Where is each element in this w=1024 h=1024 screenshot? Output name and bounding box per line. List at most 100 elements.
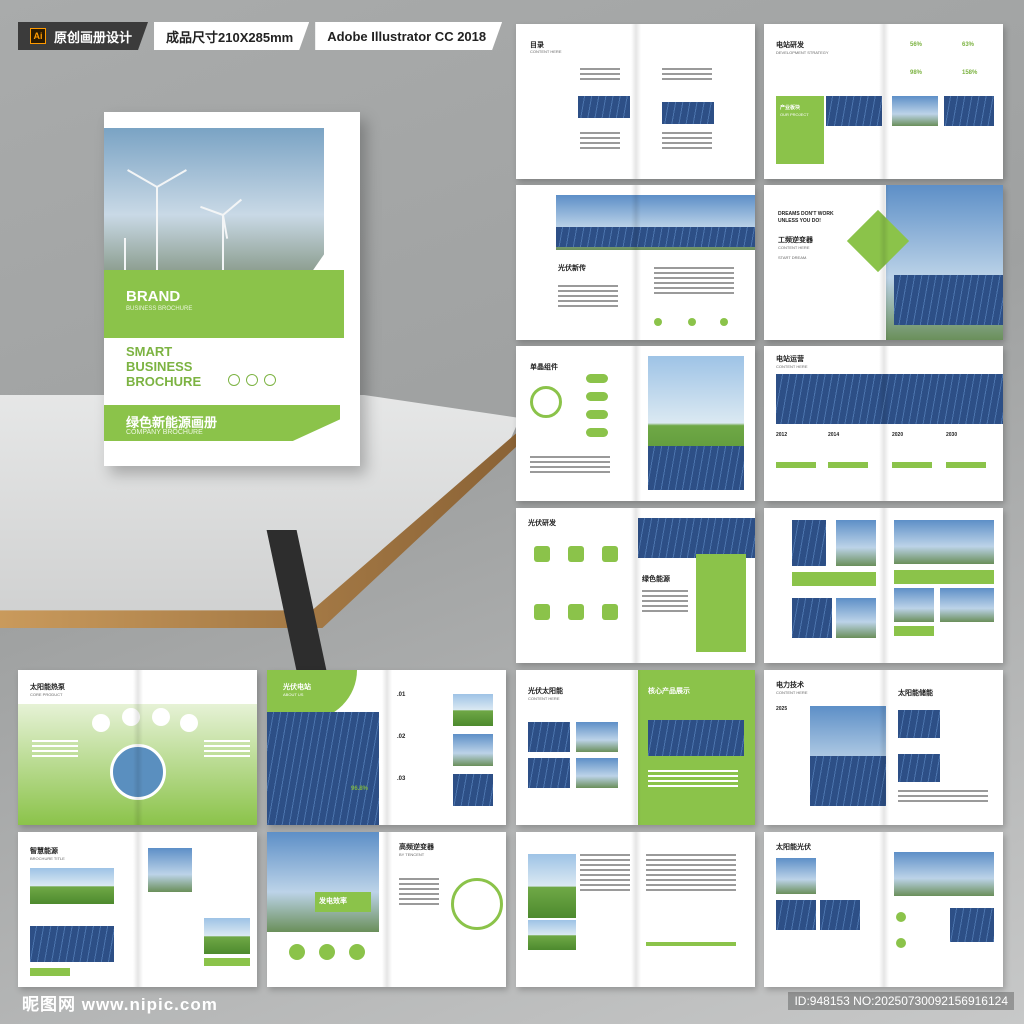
pylon-photo [836, 520, 876, 566]
service-icon [534, 604, 550, 620]
item-number-3: .03 [397, 776, 406, 782]
green-dot [720, 318, 728, 326]
sky-photo [576, 722, 618, 752]
spread-power: 电力技术 CONTENT HERE 2025 太阳能储能 [764, 670, 1003, 825]
turbine-blade [156, 187, 158, 221]
spread-services: 光伏研发 绿色能源 [516, 508, 755, 663]
org-node [586, 392, 608, 401]
inverter-sub: BY TENCENT [399, 852, 425, 857]
tag-size: 成品尺寸210X285mm [154, 22, 309, 50]
spread-solar: 光伏太阳能 CONTENT HERE 核心产品展示 [516, 670, 755, 825]
cover-brand: BRAND [126, 288, 181, 305]
cover-title: SMART BUSINESS BROCHURE [126, 344, 202, 389]
globe-icon [246, 374, 258, 386]
feature-icon [319, 944, 335, 960]
service-icon [568, 546, 584, 562]
tag-original-design: Ai 原创画册设计 [18, 22, 148, 50]
circle-graphic [451, 878, 503, 930]
text-lines [662, 68, 712, 83]
solar-panel-photo [528, 758, 570, 788]
turbine-blade [222, 198, 243, 216]
cover-photo-wind-turbines [104, 128, 324, 286]
text-lines [654, 267, 734, 297]
solar-panel-photo [894, 275, 1003, 325]
text-lines [580, 68, 620, 83]
solar-panel-photo [267, 712, 379, 825]
feature-icon [180, 714, 198, 732]
project-label: 产业板块 [780, 105, 801, 111]
spread-title: 光伏新传 [558, 265, 586, 272]
service-icon [602, 546, 618, 562]
sky-photo [576, 758, 618, 788]
header-tags: Ai 原创画册设计 成品尺寸210X285mm Adobe Illustrato… [18, 22, 502, 52]
bullet-dot [896, 938, 906, 948]
item-number-2: .02 [397, 734, 406, 740]
energy-icon [264, 374, 276, 386]
wind-field-photo [528, 854, 576, 918]
spread-title: 智慧能源 [30, 848, 58, 855]
spread-title: 太阳能光伏 [776, 844, 811, 851]
feature-icon [122, 708, 140, 726]
green-energy-label: 绿色能源 [642, 576, 670, 583]
spread-subtitle: ABOUT US [283, 692, 304, 697]
spread-solar-pv: 太阳能光伏 [764, 832, 1003, 987]
stat-pct3: 98% [910, 70, 923, 76]
spread-subtitle: CONTENT HERE [776, 690, 808, 695]
stat-pct2: 63% [962, 42, 975, 48]
solar-panel-photo [950, 908, 994, 942]
ev-charging-photo [267, 832, 379, 932]
tag-software: Adobe Illustrator CC 2018 [315, 22, 502, 50]
solar-panel-photo [898, 710, 940, 738]
spread-title: 光伏电站 [283, 684, 311, 691]
turbine-blade [156, 169, 187, 188]
cover-icons [228, 374, 276, 386]
text-lines [32, 740, 78, 760]
turbine-blade [200, 205, 224, 216]
year-1: 2012 [776, 432, 788, 438]
text-lines [530, 456, 610, 476]
sunset-photo [894, 520, 994, 564]
site-watermark: 昵图网 www.nipic.com [22, 995, 218, 1014]
org-node [586, 374, 608, 383]
spread-title: 光伏研发 [528, 520, 556, 527]
spread-wind [516, 832, 755, 987]
floating-solar-photo [648, 720, 744, 756]
worker-photo [148, 848, 192, 892]
cover-title-cn-sub: COMPANY BROCHURE [126, 429, 203, 436]
solar-panel-photo [648, 446, 744, 490]
text-lines [558, 285, 618, 310]
text-lines [898, 790, 988, 805]
year-2: 2014 [828, 432, 840, 438]
spread-title: 工频逆变器 [778, 237, 813, 244]
house-photo [204, 918, 250, 954]
progress-bar [828, 462, 868, 468]
solar-panel-photo [528, 722, 570, 752]
green-strip [894, 570, 994, 584]
text-lines [580, 132, 620, 152]
progress-bar [946, 462, 986, 468]
item-number-1: .01 [397, 692, 406, 698]
spread-efficiency: 发电效率 高频逆变器 BY TENCENT [267, 832, 506, 987]
house-roof-photo [894, 852, 994, 896]
spread-subtitle: DEVELOPMENT STRATEGY [776, 50, 829, 55]
dreams-line1: DREAMS DON'T WORK [778, 211, 834, 217]
year-label: 2025 [776, 706, 788, 712]
spread-brand-org: 单晶组件 [516, 346, 755, 501]
green-card [696, 554, 746, 652]
spread-subtitle: CONTENT HERE [530, 49, 562, 54]
landscape-photo [30, 868, 114, 904]
feature-icon [152, 708, 170, 726]
wind-photo [894, 588, 934, 622]
pylon-photo [453, 734, 493, 766]
text-lines [204, 740, 250, 760]
green-strip [792, 572, 876, 586]
green-strip [894, 626, 934, 636]
brochure-cover: BRAND BUSINESS BROCHURE SMART BUSINESS B… [104, 112, 360, 466]
dreams-tail: START DREAM. [778, 255, 808, 260]
green-strip [204, 958, 250, 966]
feature-icon [349, 944, 365, 960]
city-photo [940, 588, 994, 622]
spread-smart: 智慧能源 BROCHURE TITLE [18, 832, 257, 987]
progress-bar [776, 462, 816, 468]
service-icon [534, 546, 550, 562]
